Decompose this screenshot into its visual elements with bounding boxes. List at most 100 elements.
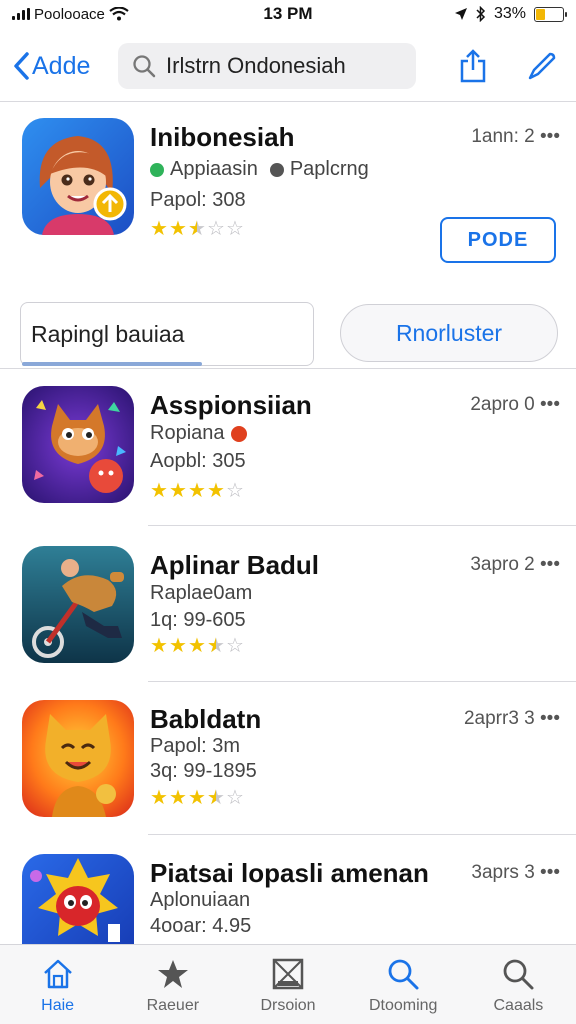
rating-star-icon: ★	[188, 480, 206, 502]
tab-more[interactable]: Rnorluster	[340, 304, 558, 362]
app-date: 3apro 2 •••	[470, 554, 560, 575]
app-date: 2aprr3 3 •••	[463, 708, 560, 729]
get-button[interactable]: PODE	[440, 217, 556, 263]
row-divider	[148, 681, 576, 682]
app-tags: Appiaasin Paplcrng	[150, 158, 369, 181]
home-icon	[43, 959, 72, 989]
rating-star-icon: ☆	[226, 218, 244, 240]
app-subtitle: Papol: 308	[150, 189, 246, 211]
location-icon	[454, 8, 467, 20]
list-item[interactable]: Aplinar Badul 3apro 2 ••• Raplae0am 1q: …	[0, 546, 576, 676]
rating-star-icon: ★	[150, 480, 168, 502]
star-rating: ★★★★☆	[150, 788, 244, 808]
red-hero-icon	[22, 854, 134, 944]
tab-label: Raeuer	[146, 997, 200, 1014]
app-line-1: Raplae0am	[150, 582, 253, 604]
back-button[interactable]: Adde	[12, 51, 116, 81]
tab-label: Dtooming	[368, 997, 438, 1014]
tab-discover[interactable]: Dtooming	[346, 945, 461, 1024]
rating-star-icon: ☆	[207, 218, 225, 240]
segment-divider	[0, 368, 576, 369]
signal-icon	[12, 8, 30, 20]
app-line-2: 3q: 99-1895	[150, 760, 257, 782]
app-line-2: Aopbl: 305	[150, 450, 246, 472]
app-title: Babldatn	[150, 704, 262, 734]
green-dot-icon	[150, 162, 164, 177]
bluetooth-icon	[476, 6, 486, 22]
status-bar: Poolooace 13 PM 33%	[0, 0, 576, 28]
list-item[interactable]: Piatsai lopasli amenan 3aprs 3 ••• Aplon…	[0, 854, 576, 944]
nav-divider	[0, 101, 576, 102]
featured-app[interactable]: Inibonesiah 1ann: 2 ••• Appiaasin Paplcr…	[0, 118, 576, 278]
search-icon	[133, 55, 156, 78]
rating-star-icon: ★	[169, 480, 187, 502]
rating-star-icon: ★	[150, 787, 168, 809]
app-title: Aplinar Badul	[150, 550, 320, 580]
tab-label: Caaals	[493, 997, 544, 1014]
wifi-icon	[109, 7, 129, 21]
app-line-1: Aplonuiaan	[150, 889, 251, 911]
app-title: Inibonesiah	[150, 122, 295, 152]
bmx-rider-icon	[22, 546, 134, 663]
app-line-2: 4ooar: 4.95	[150, 915, 252, 937]
row-divider	[148, 834, 576, 835]
yellow-cat-icon	[22, 700, 134, 817]
status-right: 33%	[394, 5, 567, 23]
nav-actions	[458, 49, 558, 83]
app-tag-1: Appiaasin	[170, 158, 258, 180]
app-title: Piatsai lopasli amenan	[150, 858, 429, 888]
rating-star-icon: ☆	[226, 787, 244, 809]
cartoon-girl-icon	[22, 118, 134, 235]
rating-star-icon: ★	[207, 788, 225, 808]
tab-label: Drsoion	[260, 997, 316, 1014]
app-line-2: 1q: 99-605	[150, 609, 246, 631]
rating-star-icon: ★	[150, 635, 168, 657]
row-divider	[148, 525, 576, 526]
star-rating: ★★★★☆	[150, 481, 244, 501]
gray-dot-icon	[269, 162, 284, 177]
nav-bar: Adde	[0, 36, 576, 96]
app-date: 1ann: 2 •••	[471, 126, 560, 147]
status-left: Poolooace	[12, 6, 212, 23]
search-input[interactable]	[166, 53, 396, 79]
red-dot-icon	[230, 425, 247, 442]
search-icon	[504, 959, 534, 990]
tab-home[interactable]: Haie	[0, 945, 115, 1024]
app-title: Asspionsiian	[150, 390, 312, 420]
app-line-1: Papol: 3m	[150, 735, 241, 757]
box-icon	[272, 958, 304, 990]
rating-star-icon: ★	[188, 219, 206, 239]
segment-indicator	[22, 362, 202, 366]
app-date: 3aprs 3 •••	[471, 862, 560, 883]
rating-star-icon: ☆	[226, 480, 244, 502]
pen-icon[interactable]	[526, 50, 558, 82]
tab-featured[interactable]: Raeuer	[115, 945, 230, 1024]
battery-percent: 33%	[493, 5, 526, 22]
search-bar[interactable]	[118, 43, 416, 89]
app-line-1: Ropiana	[150, 422, 225, 444]
tab-bar: Haie Raeuer Drsoion Dtooming Caaals	[0, 944, 576, 1024]
search-icon	[388, 959, 419, 990]
share-icon[interactable]	[458, 49, 488, 83]
rating-star-icon: ★	[188, 635, 206, 657]
star-rating: ★★★★☆	[150, 636, 244, 656]
chevron-left-icon	[14, 52, 29, 80]
rating-star-icon: ★	[169, 218, 187, 240]
list-item[interactable]: Asspionsiian 2apro 0 ••• Ropiana Aopbl: …	[0, 386, 576, 516]
app-tag-2: Paplcrng	[289, 158, 369, 180]
rating-star-icon: ★	[150, 218, 168, 240]
tab-categories[interactable]: Drsoion	[230, 945, 345, 1024]
rating-star-icon: ★	[188, 787, 206, 809]
rating-star-icon: ★	[207, 480, 225, 502]
tab-search[interactable]: Caaals	[461, 945, 576, 1024]
list-item[interactable]: Babldatn 2aprr3 3 ••• Papol: 3m 3q: 99-1…	[0, 700, 576, 830]
rating-star-icon: ★	[207, 636, 225, 656]
status-time: 13 PM	[263, 4, 313, 23]
star-rating: ★★★☆☆	[150, 219, 244, 239]
tab-ratings[interactable]: Rapingl bauiaa	[20, 302, 314, 366]
rating-star-icon: ★	[169, 635, 187, 657]
carrier-name: Poolooace	[34, 5, 105, 23]
app-subtitle: Ropiana	[150, 422, 247, 445]
cat-monster-icon	[22, 386, 134, 503]
app-date: 2apro 0 •••	[470, 394, 560, 415]
